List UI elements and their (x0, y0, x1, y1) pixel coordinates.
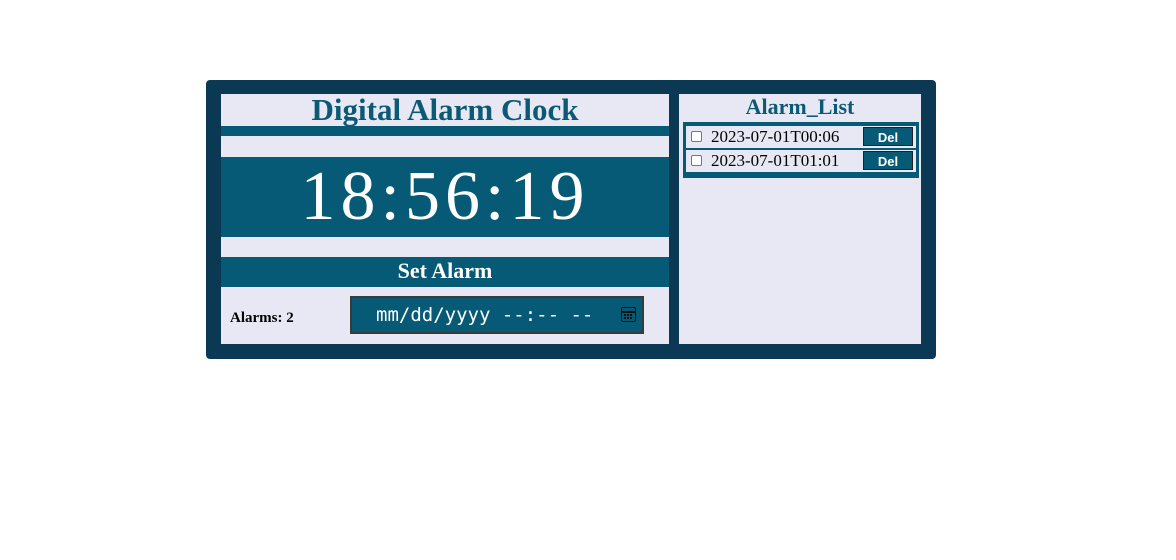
alarms-count-label: Alarms: 2 (230, 310, 294, 326)
delete-alarm-button[interactable]: Del (863, 151, 913, 170)
set-alarm-heading: Set Alarm (221, 257, 669, 287)
alarm-clock-app: Digital Alarm Clock 18:56:19 Set Alarm A… (206, 80, 936, 359)
alarm-list-panel: Alarm_List 2023-07-01T00:06 Del 2023-07-… (679, 94, 921, 344)
calendar-icon[interactable] (621, 307, 636, 322)
alarm-list-item: 2023-07-01T00:06 Del (686, 126, 916, 148)
clock-panel: Digital Alarm Clock 18:56:19 Set Alarm A… (221, 94, 669, 344)
alarm-list-item: 2023-07-01T01:01 Del (686, 150, 916, 172)
divider-band (221, 126, 669, 136)
clock-time-display: 18:56:19 (300, 158, 590, 235)
datetime-placeholder: mm/dd/yyyy --:-- -- (376, 304, 594, 326)
alarm-checkbox[interactable] (691, 131, 702, 142)
alarm-datetime-text: 2023-07-01T00:06 (711, 127, 840, 146)
delete-alarm-button[interactable]: Del (863, 127, 913, 146)
alarm-list-title: Alarm_List (745, 94, 855, 119)
alarm-checkbox[interactable] (691, 155, 702, 166)
alarm-datetime-text: 2023-07-01T01:01 (711, 151, 840, 170)
alarm-datetime-input[interactable]: mm/dd/yyyy --:-- -- (350, 296, 644, 334)
app-title: Digital Alarm Clock (311, 92, 579, 127)
alarm-list: 2023-07-01T00:06 Del 2023-07-01T01:01 De… (683, 122, 919, 178)
